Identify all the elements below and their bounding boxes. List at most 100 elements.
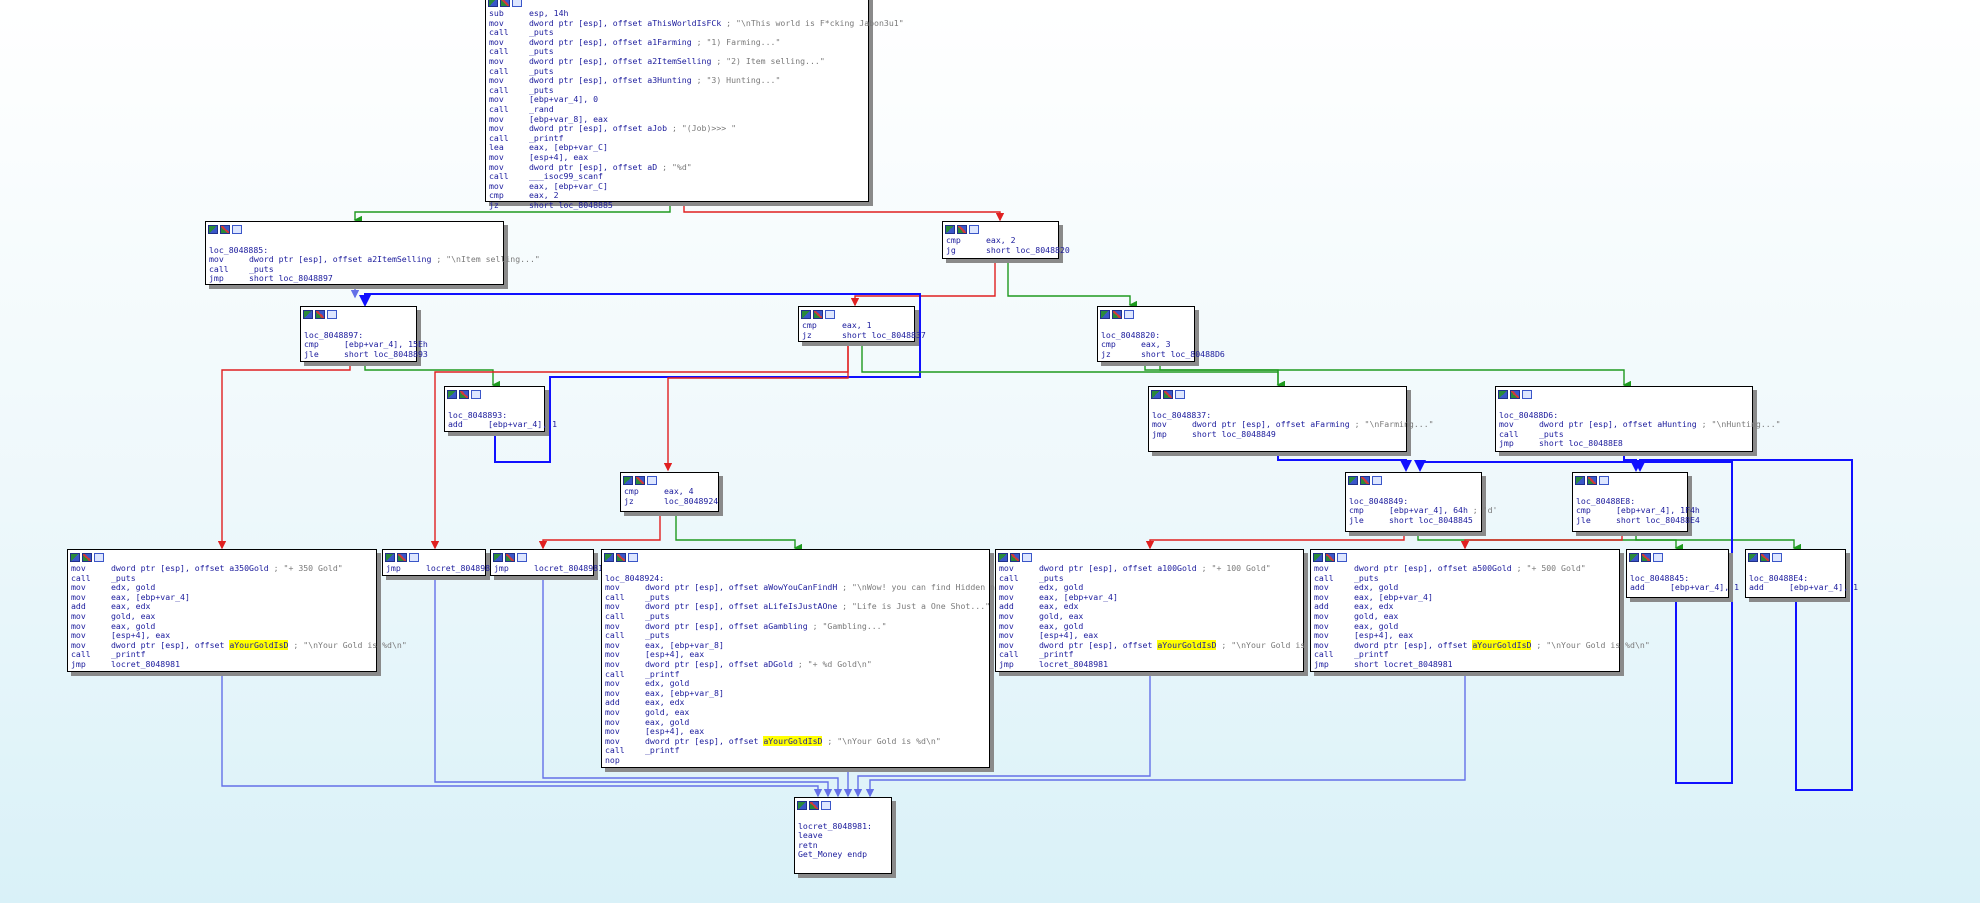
color-node-icon[interactable] — [1760, 552, 1770, 562]
group-node-icon[interactable] — [327, 309, 337, 319]
color-node-icon[interactable] — [635, 475, 645, 485]
block-header — [602, 550, 989, 564]
group-node-icon[interactable] — [1599, 475, 1609, 485]
color-node-icon[interactable] — [1360, 475, 1370, 485]
graph-overview-icon[interactable] — [1313, 552, 1323, 562]
asm-operands: dword ptr [esp], offset a350Gold — [111, 563, 269, 573]
color-node-icon[interactable] — [397, 552, 407, 562]
block-func-entry[interactable]: sub esp, 14h mov dword ptr [esp], offset aT… — [485, 0, 904, 210]
group-node-icon[interactable] — [969, 224, 979, 234]
group-node-icon[interactable] — [1653, 552, 1663, 562]
color-node-icon[interactable] — [1112, 309, 1122, 319]
graph-overview-icon[interactable] — [1498, 389, 1508, 399]
color-node-icon[interactable] — [809, 800, 819, 810]
block-loc-8048924[interactable]: loc_8048924: mov dword ptr [esp], offset a… — [601, 549, 1030, 768]
group-node-icon[interactable] — [628, 552, 638, 562]
graph-overview-icon[interactable] — [303, 309, 313, 319]
group-node-icon[interactable] — [1772, 552, 1782, 562]
asm-comment: ; "\nYour Gold is %d\n" — [288, 639, 407, 650]
block-350-gold[interactable]: mov dword ptr [esp], offset a350Gold ; "+… — [67, 549, 407, 672]
block-header — [996, 550, 1303, 564]
color-node-icon[interactable] — [220, 224, 230, 234]
color-node-icon[interactable] — [1641, 552, 1651, 562]
block-loc-8048820[interactable]: loc_8048820: cmp eax, 3 jz short loc_80488D6 — [1097, 306, 1225, 362]
block-loc-8048849[interactable]: loc_8048849: cmp [ebp+var_4], 64h ; 'd' jle… — [1345, 472, 1497, 532]
group-node-icon[interactable] — [517, 552, 527, 562]
group-node-icon[interactable] — [512, 0, 522, 7]
group-node-icon[interactable] — [825, 309, 835, 319]
block-100-gold[interactable]: mov dword ptr [esp], offset a100Gold ; "+… — [995, 549, 1335, 672]
block-loc-80488D6[interactable]: loc_80488D6: mov dword ptr [esp], offset a… — [1495, 386, 1781, 452]
block-500-gold[interactable]: mov dword ptr [esp], offset a500Gold ; "+… — [1310, 549, 1650, 672]
group-node-icon[interactable] — [232, 224, 242, 234]
asm-operands: gold, eax — [1039, 610, 1084, 621]
color-node-icon[interactable] — [505, 552, 515, 562]
graph-overview-icon[interactable] — [70, 552, 80, 562]
block-locret-8048981[interactable]: locret_8048981: leave retn Get_Money endp — [794, 797, 892, 874]
color-node-icon[interactable] — [1010, 552, 1020, 562]
block-jmp-locret-b[interactable]: jmp locret_8048981 — [490, 549, 603, 576]
graph-overview-icon[interactable] — [945, 224, 955, 234]
highlighted-symbol[interactable]: aYourGoldIsD — [229, 639, 289, 650]
color-node-icon[interactable] — [459, 389, 469, 399]
group-node-icon[interactable] — [94, 552, 104, 562]
group-node-icon[interactable] — [1022, 552, 1032, 562]
asm-operands: _puts — [249, 263, 274, 274]
group-node-icon[interactable] — [1372, 475, 1382, 485]
highlighted-symbol[interactable]: aYourGoldIsD — [763, 735, 823, 746]
color-node-icon[interactable] — [82, 552, 92, 562]
graph-overview-icon[interactable] — [493, 552, 503, 562]
group-node-icon[interactable] — [821, 800, 831, 810]
color-node-icon[interactable] — [1325, 552, 1335, 562]
block-cmp-eax-2[interactable]: cmp eax, 2 jg short loc_8048820 — [942, 221, 1070, 259]
block-header — [301, 307, 416, 321]
color-node-icon[interactable] — [813, 309, 823, 319]
graph-overview-icon[interactable] — [1100, 309, 1110, 319]
asm-comment: ; "\nFarming..." — [1349, 419, 1434, 430]
highlighted-symbol[interactable]: aYourGoldIsD — [1157, 639, 1217, 650]
graph-overview-icon[interactable] — [1748, 552, 1758, 562]
graph-overview-icon[interactable] — [1348, 475, 1358, 485]
group-node-icon[interactable] — [1522, 389, 1532, 399]
color-node-icon[interactable] — [957, 224, 967, 234]
group-node-icon[interactable] — [1124, 309, 1134, 319]
block-loc-8048837[interactable]: loc_8048837: mov dword ptr [esp], offset a… — [1148, 386, 1434, 452]
block-loc-80488E8[interactable]: loc_80488E8: cmp [ebp+var_4], 1F4h jle short… — [1572, 472, 1700, 532]
graph-overview-icon[interactable] — [385, 552, 395, 562]
block-jmp-locret-a[interactable]: jmp locret_8048981 — [382, 549, 495, 576]
group-node-icon[interactable] — [471, 389, 481, 399]
color-node-icon[interactable] — [500, 0, 510, 7]
block-loc-80488E4[interactable]: loc_80488E4: add [ebp+var_4], 1 — [1745, 549, 1858, 598]
asm-label: Get_Money endp — [798, 849, 868, 860]
group-node-icon[interactable] — [1175, 389, 1185, 399]
block-loc-8048897[interactable]: loc_8048897: cmp [ebp+var_4], 15Eh jle short… — [300, 306, 428, 362]
graph-overview-icon[interactable] — [447, 389, 457, 399]
color-node-icon[interactable] — [616, 552, 626, 562]
graph-overview-icon[interactable] — [208, 224, 218, 234]
color-node-icon[interactable] — [1510, 389, 1520, 399]
graph-overview-icon[interactable] — [623, 475, 633, 485]
graph-overview-icon[interactable] — [488, 0, 498, 7]
block-loc-8048885[interactable]: loc_8048885: mov dword ptr [esp], offset a… — [205, 221, 540, 285]
block-cmp-eax-4[interactable]: cmp eax, 4 jz loc_8048924 — [620, 472, 719, 512]
block-loc-8048893[interactable]: loc_8048893: add [ebp+var_4], 1 — [444, 386, 557, 432]
asm-label: loc_8048924: — [605, 572, 665, 583]
graph-overview-icon[interactable] — [797, 800, 807, 810]
asm-operands: dword ptr [esp], offset a2ItemSelling — [529, 55, 712, 66]
graph-overview-icon[interactable] — [604, 552, 614, 562]
graph-overview-icon[interactable] — [801, 309, 811, 319]
color-node-icon[interactable] — [1587, 475, 1597, 485]
block-cmp-eax-1[interactable]: cmp eax, 1 jz short loc_8048837 — [798, 306, 926, 342]
group-node-icon[interactable] — [647, 475, 657, 485]
group-node-icon[interactable] — [409, 552, 419, 562]
graph-overview-icon[interactable] — [1151, 389, 1161, 399]
asm-comment: ; "\nItem selling..." — [431, 254, 540, 265]
block-loc-8048845[interactable]: loc_8048845: add [ebp+var_4], 1 — [1626, 549, 1739, 598]
color-node-icon[interactable] — [315, 309, 325, 319]
highlighted-symbol[interactable]: aYourGoldIsD — [1472, 639, 1532, 650]
color-node-icon[interactable] — [1163, 389, 1173, 399]
graph-overview-icon[interactable] — [1629, 552, 1639, 562]
group-node-icon[interactable] — [1337, 552, 1347, 562]
graph-overview-icon[interactable] — [998, 552, 1008, 562]
graph-overview-icon[interactable] — [1575, 475, 1585, 485]
